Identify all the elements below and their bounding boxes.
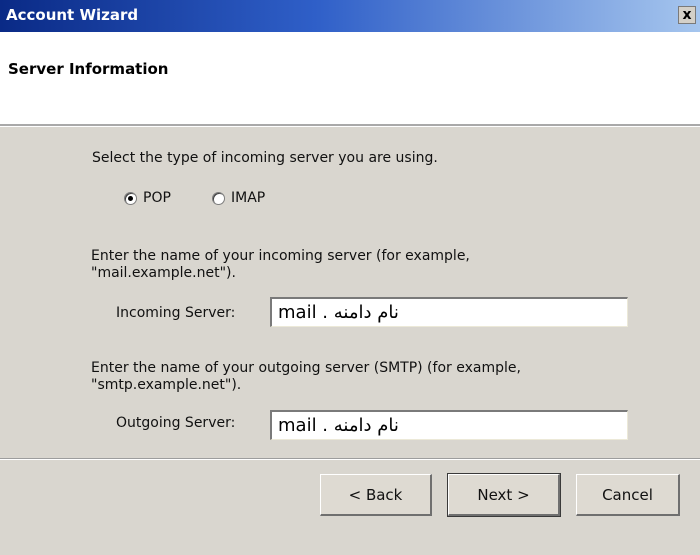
title-bar: Account Wizard x bbox=[0, 0, 700, 32]
incoming-server-input[interactable]: mail . نام دامنه bbox=[270, 297, 628, 327]
radio-imap[interactable]: IMAP bbox=[212, 190, 265, 206]
outgoing-server-label: Outgoing Server: bbox=[116, 415, 236, 431]
footer-divider bbox=[0, 458, 700, 460]
incoming-instruction-line1: Enter the name of your incoming server (… bbox=[91, 248, 470, 264]
radio-pop-indicator[interactable] bbox=[124, 191, 137, 205]
incoming-server-label: Incoming Server: bbox=[116, 305, 236, 321]
outgoing-instruction-line2: "smtp.example.net"). bbox=[91, 377, 242, 393]
server-type-prompt: Select the type of incoming server you a… bbox=[92, 150, 438, 166]
window-title: Account Wizard bbox=[6, 6, 139, 24]
next-button[interactable]: Next > bbox=[447, 473, 561, 517]
outgoing-server-input[interactable]: mail . نام دامنه bbox=[270, 410, 628, 440]
incoming-instruction-line2: "mail.example.net"). bbox=[91, 265, 236, 281]
radio-imap-indicator[interactable] bbox=[212, 191, 225, 205]
page-title: Server Information bbox=[8, 60, 169, 78]
cancel-button[interactable]: Cancel bbox=[576, 474, 680, 516]
radio-imap-label: IMAP bbox=[231, 190, 266, 206]
radio-pop-label: POP bbox=[143, 190, 171, 206]
radio-pop[interactable]: POP bbox=[124, 190, 171, 206]
wizard-header: Server Information bbox=[0, 32, 700, 124]
outgoing-instruction-line1: Enter the name of your outgoing server (… bbox=[91, 360, 521, 376]
close-icon[interactable]: x bbox=[678, 6, 696, 24]
back-button[interactable]: < Back bbox=[320, 474, 432, 516]
